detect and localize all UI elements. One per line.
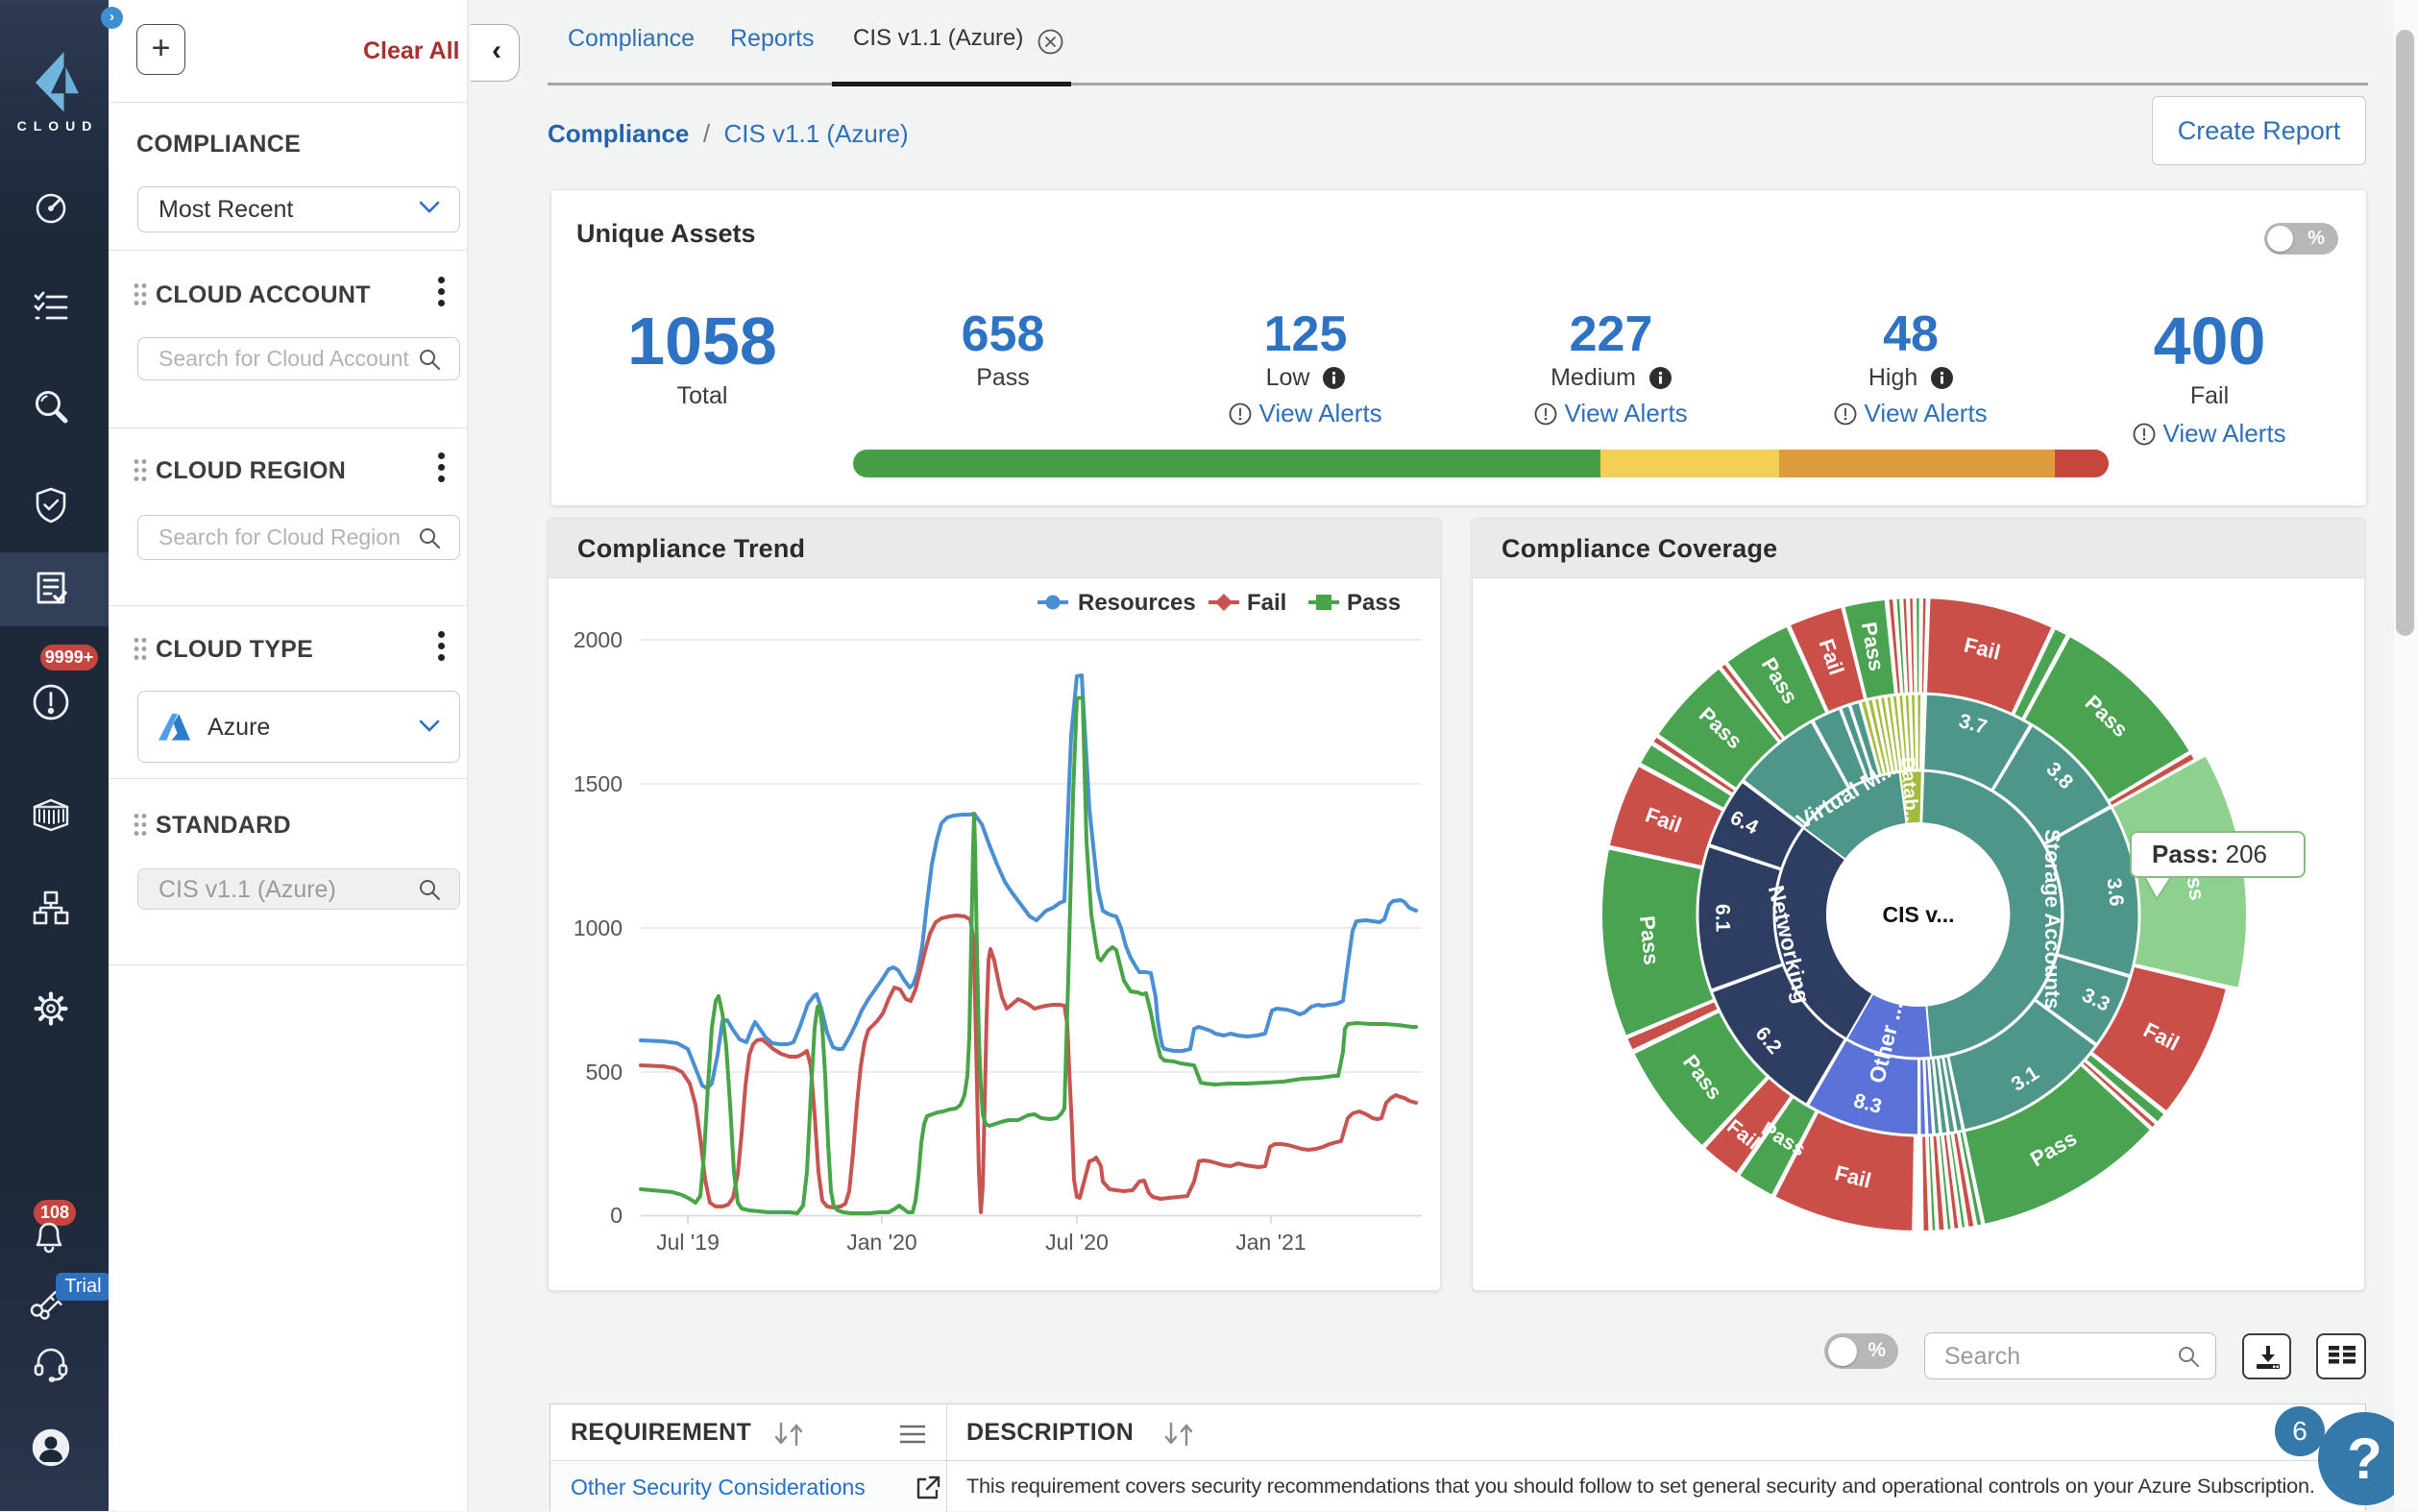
svg-text:0: 0 bbox=[610, 1203, 623, 1228]
svg-text:1000: 1000 bbox=[574, 915, 623, 940]
svg-text:Fail: Fail bbox=[1247, 590, 1286, 616]
svg-text:3.6: 3.6 bbox=[2103, 877, 2128, 908]
svg-text:Pass: Pass bbox=[1347, 590, 1401, 616]
svg-text:CIS v...: CIS v... bbox=[1883, 902, 1955, 927]
svg-text:1500: 1500 bbox=[574, 771, 623, 796]
svg-text:Storage Accounts: Storage Accounts bbox=[2040, 829, 2064, 1009]
svg-text:Jan '21: Jan '21 bbox=[1235, 1230, 1306, 1255]
svg-text:2000: 2000 bbox=[574, 627, 623, 652]
svg-text:Resources: Resources bbox=[1078, 590, 1196, 616]
svg-text:Pass: 206: Pass: 206 bbox=[2152, 840, 2267, 868]
svg-text:Jul '20: Jul '20 bbox=[1045, 1230, 1109, 1255]
svg-text:Jul '19: Jul '19 bbox=[656, 1230, 720, 1255]
svg-text:Jan '20: Jan '20 bbox=[846, 1230, 916, 1255]
svg-text:Pass: Pass bbox=[1635, 915, 1664, 966]
svg-text:6.1: 6.1 bbox=[1711, 904, 1734, 933]
svg-text:500: 500 bbox=[586, 1060, 623, 1085]
